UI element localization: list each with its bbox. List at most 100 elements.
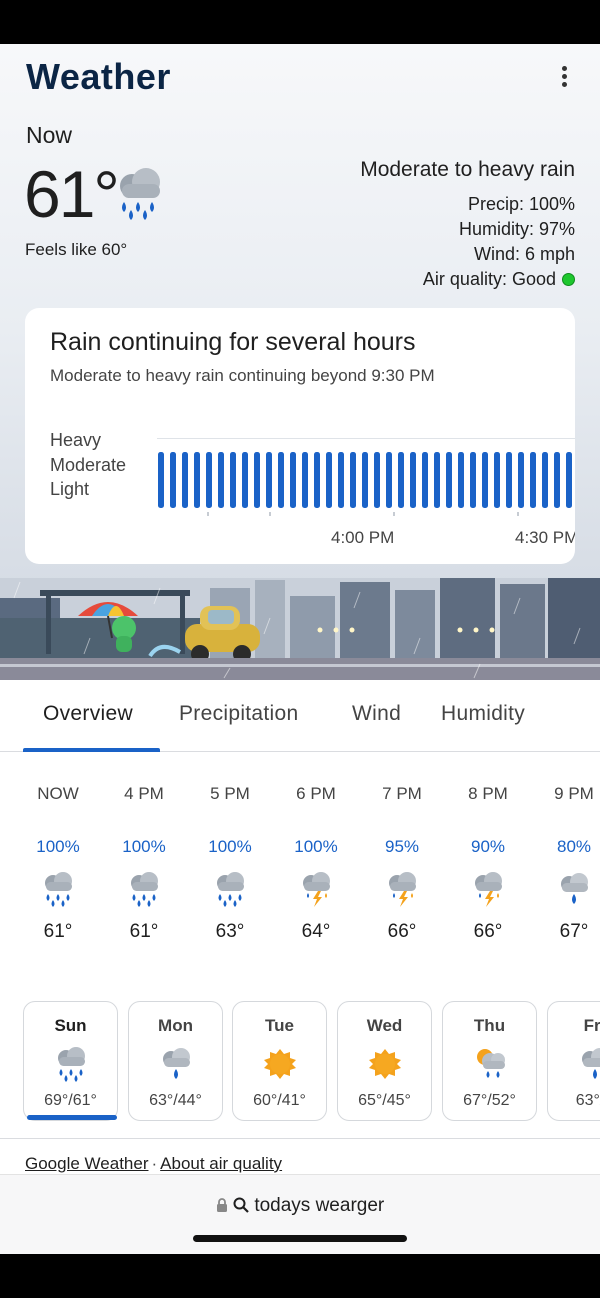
current-conditions-panel: Weather Now 61° Feels like 60° Moderate …	[0, 44, 600, 680]
hour-item: 6 PM 100% 64°	[273, 784, 359, 943]
hour-item: NOW 100% 61°	[15, 784, 101, 943]
rain-bar	[494, 452, 500, 508]
hour-time: 7 PM	[382, 784, 422, 803]
rain-bar	[278, 452, 284, 508]
hour-precip: 100%	[36, 837, 80, 856]
rain-bar	[422, 452, 428, 508]
level-heavy: Heavy	[50, 430, 102, 450]
day-high-low: 69°/61°	[44, 1092, 97, 1109]
rain-bar	[362, 452, 368, 508]
rain-bar	[530, 452, 536, 508]
rain-bar	[158, 452, 164, 508]
day-card-sun[interactable]: Sun 69°/61°	[23, 1001, 118, 1121]
hour-time: NOW	[37, 784, 79, 803]
current-temperature: 61°	[24, 157, 120, 231]
hour-item: 8 PM 90% 66°	[445, 784, 531, 943]
day-high-low: 63°/44°	[149, 1092, 202, 1109]
rain-icon	[129, 1042, 222, 1086]
day-card-fri[interactable]: Fri 63°/4	[547, 1001, 600, 1121]
url-text: todays wearger	[254, 1195, 385, 1216]
tab-wind[interactable]: Wind	[352, 702, 401, 726]
hour-temp: 63°	[215, 921, 245, 942]
rain-bar	[314, 452, 320, 508]
day-high-low: 63°/4	[575, 1092, 600, 1109]
rain-bar	[446, 452, 452, 508]
feels-like: Feels like 60°	[25, 240, 128, 259]
hour-time: 6 PM	[296, 784, 336, 803]
rain-bar	[458, 452, 464, 508]
rain-scene-illustration	[0, 578, 600, 680]
day-card-thu[interactable]: Thu 67°/52°	[442, 1001, 537, 1121]
status-bar	[0, 0, 600, 44]
rain-bar	[410, 452, 416, 508]
hour-temp: 66°	[387, 921, 417, 942]
tab-precipitation[interactable]: Precipitation	[179, 702, 298, 726]
rain-card-title: Rain continuing for several hours	[50, 328, 416, 356]
hour-time: 5 PM	[210, 784, 250, 803]
axis-tick	[393, 512, 395, 516]
wind-stat: Wind: 6 mph	[473, 244, 575, 264]
search-icon	[233, 1195, 254, 1216]
now-label: Now	[26, 122, 73, 148]
hourly-forecast: NOW 100% 61° 4 PM 100% 61° 5 PM 100% 63° 6 PM 100%…	[0, 784, 600, 964]
selected-day-indicator	[27, 1115, 117, 1120]
rain-forecast-card[interactable]: Rain continuing for several hours Modera…	[25, 308, 575, 564]
link-separator: ·	[151, 1154, 158, 1173]
hour-precip: 100%	[208, 837, 252, 856]
thunderstorm-icon	[445, 867, 531, 911]
day-name: Tue	[265, 1016, 294, 1035]
day-name: Wed	[366, 1016, 403, 1035]
browser-address-bar[interactable]: todays wearger	[0, 1174, 600, 1254]
hour-item: 7 PM 95% 66°	[359, 784, 445, 943]
footer-links: Google Weather · About air quality	[25, 1154, 282, 1174]
day-high-low: 65°/45°	[358, 1092, 411, 1109]
tab-humidity[interactable]: Humidity	[441, 702, 525, 726]
day-high-low: 60°/41°	[253, 1092, 306, 1109]
day-card-wed[interactable]: Wed 65°/45°	[337, 1001, 432, 1121]
rain-bar	[254, 452, 260, 508]
time-label-4pm: 4:00 PM	[331, 528, 395, 547]
rain-icon	[531, 867, 600, 911]
day-name: Mon	[158, 1016, 193, 1035]
thunderstorm-icon	[359, 867, 445, 911]
day-name: Sun	[54, 1016, 87, 1035]
rain-bar	[542, 452, 548, 508]
rain-bar	[350, 452, 356, 508]
humidity-stat: Humidity: 97%	[458, 219, 575, 239]
air-quality-text: Air quality: Good	[422, 269, 556, 289]
heavy-rain-icon	[187, 867, 273, 911]
precip-stat: Precip: 100%	[467, 194, 575, 214]
rain-bar	[182, 452, 188, 508]
home-indicator[interactable]	[193, 1235, 407, 1242]
rain-bar	[266, 452, 272, 508]
axis-tick	[207, 512, 209, 516]
axis-tick	[517, 512, 519, 516]
heavy-rain-icon	[101, 867, 187, 911]
about-air-quality-link[interactable]: About air quality	[160, 1154, 282, 1173]
daily-forecast: Sun 69°/61° Mon 63°/44° Tue 60°/41° Wed 65°/45°…	[0, 1001, 600, 1123]
heavy-rain-icon	[110, 164, 170, 229]
google-weather-link[interactable]: Google Weather	[25, 1154, 148, 1173]
hour-precip: 95%	[384, 837, 420, 856]
more-options-icon[interactable]	[552, 64, 576, 88]
hour-time: 8 PM	[468, 784, 508, 803]
rain-icon	[548, 1042, 600, 1086]
tab-overview[interactable]: Overview	[43, 702, 133, 726]
rain-bar	[206, 452, 212, 508]
rain-bar	[554, 452, 560, 508]
day-name: Thu	[473, 1016, 506, 1035]
hour-precip: 100%	[122, 837, 166, 856]
lock-icon	[216, 1195, 233, 1216]
rain-bar	[302, 452, 308, 508]
rain-bar	[434, 452, 440, 508]
rain-bar	[482, 452, 488, 508]
partly-sunny-rain-icon	[443, 1042, 536, 1086]
day-card-tue[interactable]: Tue 60°/41°	[232, 1001, 327, 1121]
day-card-mon[interactable]: Mon 63°/44°	[128, 1001, 223, 1121]
rain-bar	[170, 452, 176, 508]
rain-intensity-levels: Heavy Moderate Light	[50, 428, 126, 502]
rain-bar	[338, 452, 344, 508]
air-quality-dot-icon	[562, 273, 575, 286]
url-display[interactable]: todays wearger	[0, 1195, 600, 1217]
rain-bar	[566, 452, 572, 508]
